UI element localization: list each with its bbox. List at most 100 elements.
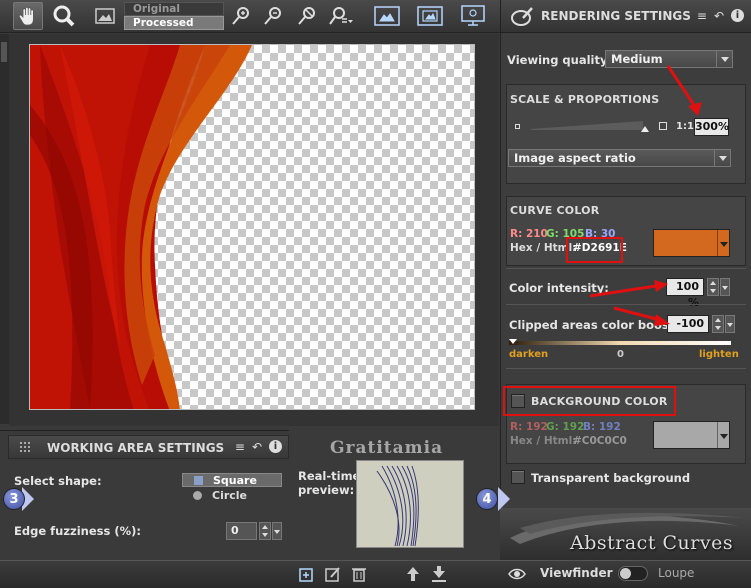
bg-green-value: G: 192 bbox=[546, 421, 585, 433]
view-processed-option[interactable]: Processed bbox=[124, 16, 224, 30]
zoom-slider[interactable] bbox=[531, 118, 651, 134]
shape-square-option[interactable]: Square bbox=[182, 473, 282, 487]
edge-fuzziness-spinner[interactable] bbox=[259, 522, 271, 540]
chevron-down-icon bbox=[717, 230, 729, 256]
rendering-settings-header: RENDERING SETTINGS ≡ ↶ i bbox=[501, 0, 751, 33]
menu-icon[interactable]: ≡ bbox=[697, 9, 707, 23]
monitor-icon bbox=[461, 5, 485, 26]
new-layer-icon[interactable] bbox=[298, 565, 316, 583]
lighten-label: lighten bbox=[699, 349, 739, 360]
hand-icon bbox=[18, 6, 34, 26]
fit-screen-icon bbox=[374, 6, 400, 26]
undo-icon[interactable]: ↶ bbox=[714, 9, 724, 23]
working-area-header: WORKING AREA SETTINGS ≡ ↶ i bbox=[8, 435, 289, 459]
view-mode-toggle[interactable]: Original Processed bbox=[124, 2, 224, 31]
edit-icon[interactable] bbox=[324, 565, 342, 583]
loupe-label: Loupe bbox=[658, 566, 695, 580]
pin-remove-icon bbox=[264, 7, 281, 25]
point-options-button[interactable] bbox=[326, 2, 356, 30]
step4-arrow bbox=[498, 487, 510, 511]
edge-fuzziness-field[interactable]: 0 bbox=[226, 522, 257, 540]
darken-label: darken bbox=[509, 349, 549, 360]
chevron-down-icon bbox=[714, 150, 730, 166]
curve-artwork bbox=[30, 45, 252, 409]
working-area-panel: WORKING AREA SETTINGS ≡ ↶ i Select shape… bbox=[0, 430, 289, 558]
working-area-title: WORKING AREA SETTINGS bbox=[47, 441, 225, 455]
delete-icon[interactable] bbox=[350, 565, 368, 583]
small-size-icon bbox=[515, 124, 520, 129]
remove-point-button[interactable] bbox=[258, 2, 288, 30]
add-point-button[interactable] bbox=[226, 2, 256, 30]
view-original-option[interactable]: Original bbox=[124, 2, 224, 16]
section-divider bbox=[506, 268, 746, 269]
step-3-badge: 3 bbox=[3, 488, 25, 510]
boost-slider-thumb[interactable] bbox=[509, 339, 517, 344]
annotation-arrow-intensity bbox=[589, 280, 668, 298]
vertical-scrollbar[interactable] bbox=[1, 42, 7, 62]
chevron-down-icon bbox=[716, 51, 732, 67]
bg-color-swatch[interactable] bbox=[653, 421, 730, 449]
zoom-tool-button[interactable] bbox=[49, 2, 79, 30]
large-size-icon bbox=[659, 122, 667, 130]
curve-red-value: R: 210 bbox=[510, 228, 548, 240]
menu-icon[interactable]: ≡ bbox=[235, 440, 245, 454]
transparent-bg-checkbox[interactable] bbox=[511, 470, 525, 484]
curve-color-title: CURVE COLOR bbox=[510, 204, 600, 217]
edge-fuzziness-label: Edge fuzziness (%): bbox=[14, 524, 141, 538]
pin-menu-icon bbox=[329, 7, 353, 25]
pin-add-icon bbox=[232, 7, 249, 25]
boost-gradient-bar[interactable] bbox=[509, 341, 731, 345]
clipped-boost-dropdown[interactable] bbox=[725, 315, 735, 333]
transparent-bg-label: Transparent background bbox=[531, 471, 691, 485]
shape-circle-label: Circle bbox=[212, 489, 248, 502]
aspect-ratio-value: Image aspect ratio bbox=[514, 151, 636, 165]
clipped-boost-spinner[interactable] bbox=[712, 315, 724, 333]
monitor-preview-button[interactable] bbox=[458, 2, 488, 30]
preview-curve-graphic bbox=[376, 465, 419, 547]
toggle-knob bbox=[620, 568, 631, 579]
shape-square-label: Square bbox=[213, 474, 257, 487]
bg-hex-value[interactable]: #C0C0C0 bbox=[573, 435, 627, 447]
logo-text: Abstract Curves bbox=[570, 532, 734, 554]
viewfinder-loupe-toggle[interactable] bbox=[618, 566, 648, 581]
bg-blue-value: B: 192 bbox=[583, 421, 621, 433]
curve-color-swatch[interactable] bbox=[653, 229, 730, 257]
image-canvas[interactable] bbox=[29, 44, 475, 410]
clear-points-button[interactable] bbox=[292, 2, 322, 30]
image-icon bbox=[95, 8, 115, 24]
eye-icon bbox=[508, 568, 526, 580]
color-intensity-spinner[interactable] bbox=[707, 278, 719, 296]
info-icon[interactable]: i bbox=[269, 440, 282, 453]
fullscreen-button[interactable] bbox=[415, 2, 445, 30]
undo-icon[interactable]: ↶ bbox=[252, 440, 262, 454]
magnifier-icon bbox=[53, 5, 75, 27]
shape-circle-option[interactable]: Circle bbox=[182, 488, 282, 502]
pin-clear-icon bbox=[298, 7, 315, 25]
step-4-badge: 4 bbox=[476, 488, 498, 510]
preview-label-line2: preview: bbox=[298, 483, 355, 497]
watermark-text: Gratitamia bbox=[330, 438, 444, 458]
hand-tool-button[interactable] bbox=[13, 2, 43, 30]
image-view-button[interactable] bbox=[90, 2, 120, 30]
circle-shape-icon bbox=[193, 491, 202, 500]
download-icon[interactable] bbox=[430, 565, 448, 583]
fit-view-button[interactable] bbox=[372, 2, 402, 30]
edge-fuzziness-dropdown[interactable] bbox=[272, 522, 282, 540]
highlight-box-hex bbox=[566, 237, 623, 263]
info-icon[interactable]: i bbox=[731, 9, 744, 22]
grid-icon bbox=[20, 442, 30, 452]
preview-label-line1: Real-time bbox=[298, 469, 361, 483]
viewing-quality-label: Viewing quality: bbox=[507, 53, 613, 67]
section-divider bbox=[506, 368, 746, 369]
color-intensity-dropdown[interactable] bbox=[720, 278, 730, 296]
annotation-arrow-clipped bbox=[613, 306, 670, 326]
rendering-settings-title: RENDERING SETTINGS bbox=[541, 9, 691, 23]
highlight-box-bgcolor bbox=[503, 386, 676, 416]
chevron-down-icon bbox=[717, 422, 729, 448]
slider-zero-label: 0 bbox=[617, 349, 624, 360]
realtime-preview bbox=[356, 460, 464, 548]
select-shape-label: Select shape: bbox=[14, 474, 102, 488]
fullscreen-icon bbox=[417, 6, 443, 26]
upload-icon[interactable] bbox=[404, 565, 422, 583]
aspect-ratio-select[interactable]: Image aspect ratio bbox=[508, 149, 731, 167]
